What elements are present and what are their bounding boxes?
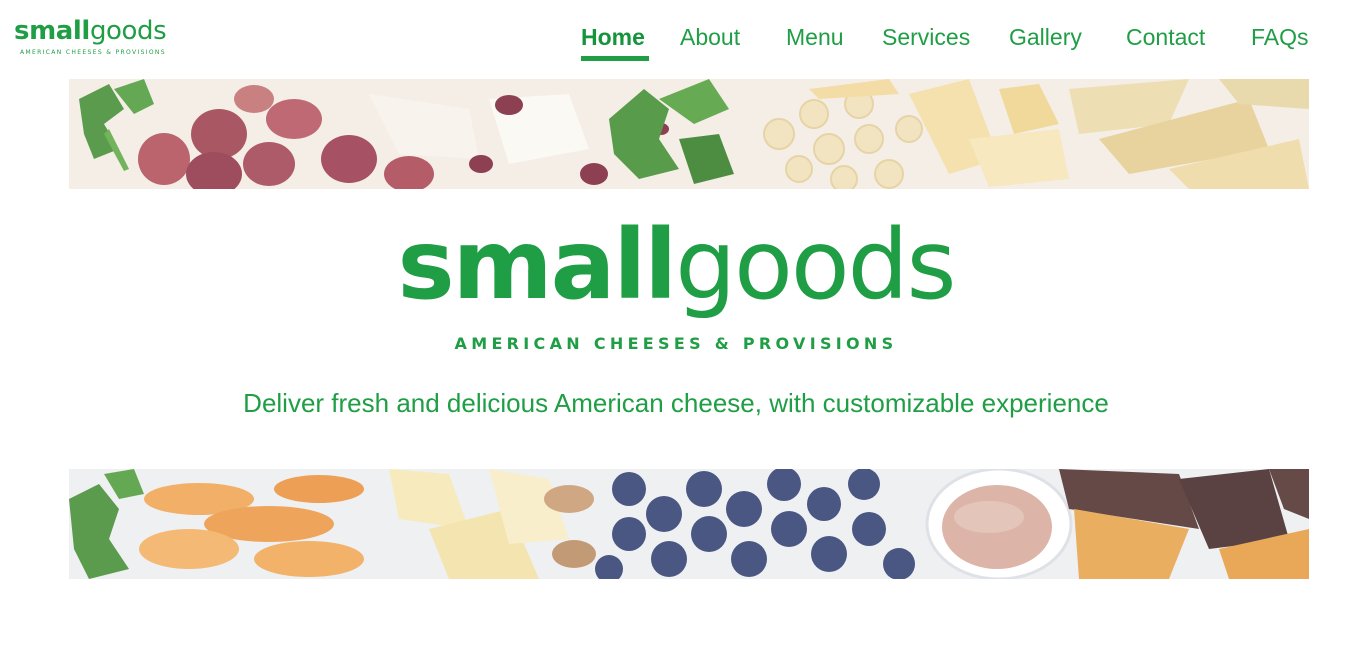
hero-subtitle: AMERICAN CHEESES & PROVISIONS [454,334,898,353]
hero-word-light: goods [675,209,956,321]
top-banner-image [69,79,1309,189]
hero-tagline: Deliver fresh and delicious American che… [243,388,1109,418]
cheese-board-photo-icon [69,79,1309,189]
hero-wordmark: smallgoods [0,210,1352,320]
site-header: smallgoods AMERICAN CHEESES & PROVISIONS… [0,0,1352,70]
nav-contact[interactable]: Contact [1126,20,1205,54]
home-page: smallgoods AMERICAN CHEESES & PROVISIONS… [0,0,1352,653]
nav-gallery[interactable]: Gallery [1009,20,1082,54]
nav-home[interactable]: Home [581,20,645,54]
nav-about[interactable]: About [680,20,740,54]
nav-active-indicator [581,56,649,61]
main-nav: Home About Menu Services Gallery Contact… [0,20,1352,64]
bottom-banner-image [69,469,1309,579]
nav-menu[interactable]: Menu [786,20,844,54]
nav-faqs[interactable]: FAQs [1251,20,1309,54]
hero-word-bold: small [397,209,677,321]
fruit-board-photo-icon [69,469,1309,579]
nav-services[interactable]: Services [882,20,970,54]
hero-logo: smallgoods AMERICAN CHEESES & PROVISIONS [0,210,1352,353]
